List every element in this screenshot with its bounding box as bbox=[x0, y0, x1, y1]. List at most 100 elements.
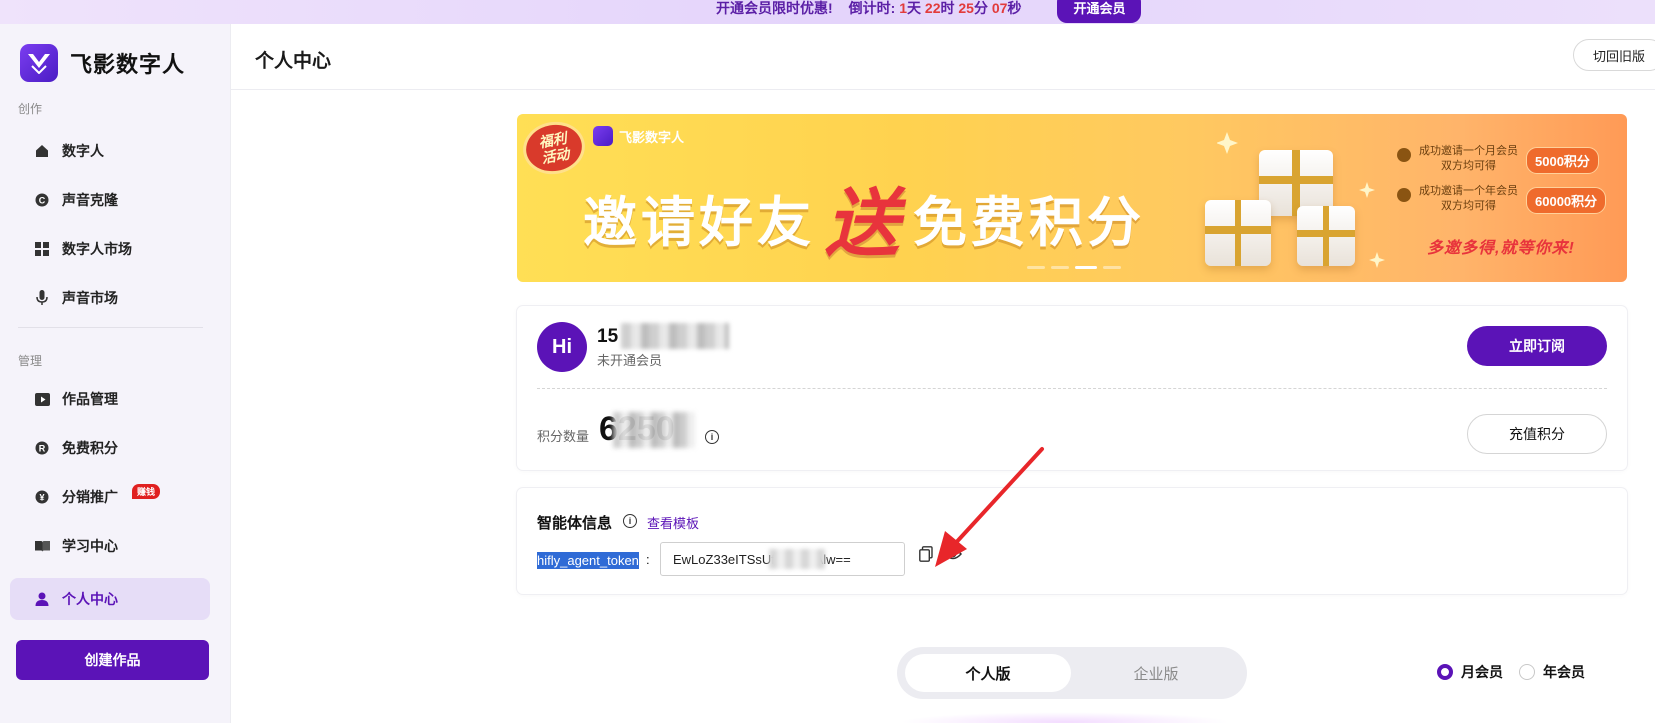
carousel-dot[interactable] bbox=[1027, 266, 1045, 269]
sidebar-item-distribution[interactable]: ¥ 分销推广 赚钱 bbox=[10, 476, 210, 518]
sidebar-item-label: 作品管理 bbox=[62, 391, 118, 407]
promo-content: 开通会员限时优惠! 倒计时: 1天 22时 25分 07秒 开通会员 bbox=[716, 0, 1142, 23]
banner-title-right: 免费积分 bbox=[913, 191, 1145, 254]
banner-title-send: 送 bbox=[825, 181, 903, 267]
promo-countdown: 倒计时: 1天 22时 25分 07秒 bbox=[849, 0, 1022, 18]
sparkle-icon bbox=[1217, 132, 1385, 268]
svg-text:C: C bbox=[39, 196, 46, 206]
brand[interactable]: 飞影数字人 bbox=[20, 44, 185, 82]
sidebar-item-label: 声音克隆 bbox=[62, 192, 118, 208]
recharge-points-button[interactable]: 充值积分 bbox=[1467, 414, 1607, 454]
reward-text-line2: 双方均可得 bbox=[1441, 200, 1496, 212]
reward-monthly: 成功邀请一个月会员 双方均可得 5000积分 bbox=[1397, 144, 1606, 174]
video-icon bbox=[34, 391, 50, 407]
sidebar-item-label: 数字人 bbox=[62, 143, 104, 159]
earn-badge: 赚钱 bbox=[132, 484, 161, 499]
welfare-badge: 福利 活动 bbox=[518, 117, 590, 179]
promo-offer-text: 开通会员限时优惠! bbox=[716, 0, 833, 16]
countdown-minutes-unit: 分 bbox=[973, 0, 988, 16]
sidebar-item-label: 个人中心 bbox=[62, 591, 118, 607]
info-icon[interactable]: i bbox=[623, 514, 637, 528]
points-label: 积分数量 bbox=[537, 429, 590, 444]
svg-text:¥: ¥ bbox=[39, 493, 44, 503]
redaction-blur bbox=[621, 323, 729, 349]
reward-bullet-icon bbox=[1397, 148, 1411, 162]
banner-brand-name: 飞影数字人 bbox=[619, 129, 685, 145]
reward-list: 成功邀请一个月会员 双方均可得 5000积分 成功邀请一个年会员 双方均可得 600… bbox=[1397, 144, 1607, 214]
redaction-blur bbox=[613, 412, 695, 448]
sidebar-item-free-points[interactable]: R 免费积分 bbox=[10, 427, 210, 469]
brand-name: 飞影数字人 bbox=[70, 53, 186, 78]
badge-line2: 活动 bbox=[540, 145, 571, 167]
billing-yearly-option[interactable]: 年会员 bbox=[1519, 662, 1585, 682]
sidebar-item-personal-center[interactable]: 个人中心 bbox=[10, 578, 210, 620]
section-label-create: 创作 bbox=[18, 102, 43, 116]
sidebar-item-learning[interactable]: 学习中心 bbox=[10, 525, 210, 567]
reward-yearly: 成功邀请一个年会员 双方均可得 60000积分 bbox=[1397, 184, 1607, 214]
membership-status: 未开通会员 bbox=[597, 353, 663, 368]
sidebar-item-voice-clone[interactable]: C 声音克隆 bbox=[10, 179, 210, 221]
page-header: 个人中心 切回旧版 bbox=[231, 24, 1655, 90]
countdown-days-unit: 天 bbox=[907, 0, 922, 16]
invite-banner[interactable]: 福利 活动 飞影数字人 邀请好友 送 免费积分 成功邀请一个月会员 双方均可得 5… bbox=[517, 114, 1627, 282]
switch-old-version-button[interactable]: 切回旧版 bbox=[1573, 39, 1655, 71]
radio-selected-icon[interactable] bbox=[1437, 664, 1453, 680]
view-template-link[interactable]: 查看模板 bbox=[647, 513, 699, 532]
sidebar-item-label: 学习中心 bbox=[62, 538, 118, 554]
countdown-minutes: 25 bbox=[958, 0, 974, 16]
sidebar-item-label: 分销推广 bbox=[62, 489, 118, 505]
countdown-seconds-unit: 秒 bbox=[1007, 0, 1022, 16]
reward-bullet-icon bbox=[1397, 188, 1411, 202]
create-work-button[interactable]: 创建作品 bbox=[16, 640, 209, 680]
microphone-icon bbox=[34, 290, 50, 306]
countdown-hours-unit: 时 bbox=[940, 0, 955, 16]
tab-personal[interactable]: 个人版 bbox=[905, 654, 1071, 692]
sidebar-divider bbox=[18, 327, 203, 328]
reward-text-line1: 成功邀请一个年会员 bbox=[1419, 185, 1518, 197]
agent-info-card: 智能体信息 i 查看模板 hifly_agent_token : bbox=[517, 488, 1627, 594]
sidebar-item-label: 声音市场 bbox=[62, 290, 118, 306]
reward-points-pill: 60000积分 bbox=[1526, 187, 1607, 214]
token-label: hifly_agent_token bbox=[537, 552, 639, 569]
sidebar-item-label: 免费积分 bbox=[62, 440, 118, 456]
sidebar-item-digital-human-market[interactable]: 数字人市场 bbox=[10, 228, 210, 270]
carousel-dot[interactable] bbox=[1103, 266, 1121, 269]
billing-yearly-label: 年会员 bbox=[1543, 664, 1585, 680]
brand-logo-icon bbox=[20, 44, 58, 82]
sidebar: 飞影数字人 创作 数字人 C 声音克隆 数字人市场 声音市场 管理 作品管理 R… bbox=[0, 24, 231, 723]
copy-icon[interactable] bbox=[915, 543, 937, 565]
open-membership-button[interactable]: 开通会员 bbox=[1057, 0, 1142, 23]
eye-icon[interactable] bbox=[942, 543, 964, 565]
tab-enterprise[interactable]: 企业版 bbox=[1073, 654, 1239, 692]
svg-text:R: R bbox=[39, 444, 46, 454]
carousel-dots bbox=[1027, 266, 1121, 269]
redaction-blur bbox=[769, 549, 825, 569]
subscribe-now-button[interactable]: 立即订阅 bbox=[1467, 326, 1607, 366]
grid-icon bbox=[34, 241, 50, 257]
sidebar-item-voice-market[interactable]: 声音市场 bbox=[10, 277, 210, 319]
banner-title-left: 邀请好友 bbox=[583, 191, 815, 254]
carousel-dot[interactable] bbox=[1051, 266, 1069, 269]
reward-text: 成功邀请一个月会员 双方均可得 bbox=[1419, 144, 1518, 174]
user-icon bbox=[34, 591, 50, 607]
countdown-days: 1 bbox=[899, 0, 908, 16]
dashed-divider bbox=[537, 388, 1607, 389]
reward-text: 成功邀请一个年会员 双方均可得 bbox=[1419, 184, 1518, 214]
sidebar-item-digital-human[interactable]: 数字人 bbox=[10, 130, 210, 172]
book-icon bbox=[34, 538, 50, 554]
avatar[interactable]: Hi bbox=[537, 322, 587, 372]
voice-clone-icon: C bbox=[34, 192, 50, 208]
info-icon[interactable]: i bbox=[705, 430, 719, 444]
billing-monthly-option[interactable]: 月会员 bbox=[1437, 662, 1503, 682]
banner-brand: 飞影数字人 bbox=[593, 126, 684, 146]
sidebar-item-works[interactable]: 作品管理 bbox=[10, 378, 210, 420]
plan-type-toggle: 个人版 企业版 bbox=[897, 647, 1247, 699]
billing-monthly-label: 月会员 bbox=[1461, 664, 1503, 680]
carousel-dot-active[interactable] bbox=[1075, 266, 1097, 269]
brand-logo-icon bbox=[593, 126, 613, 146]
radio-unselected-icon[interactable] bbox=[1519, 664, 1535, 680]
page-title: 个人中心 bbox=[255, 51, 332, 72]
countdown-prefix: 倒计时: bbox=[848, 0, 896, 16]
sidebar-item-label: 数字人市场 bbox=[62, 241, 132, 257]
account-card: Hi 15 未开通会员 立即订阅 积分数量 6250 i 充值积分 bbox=[517, 306, 1627, 470]
